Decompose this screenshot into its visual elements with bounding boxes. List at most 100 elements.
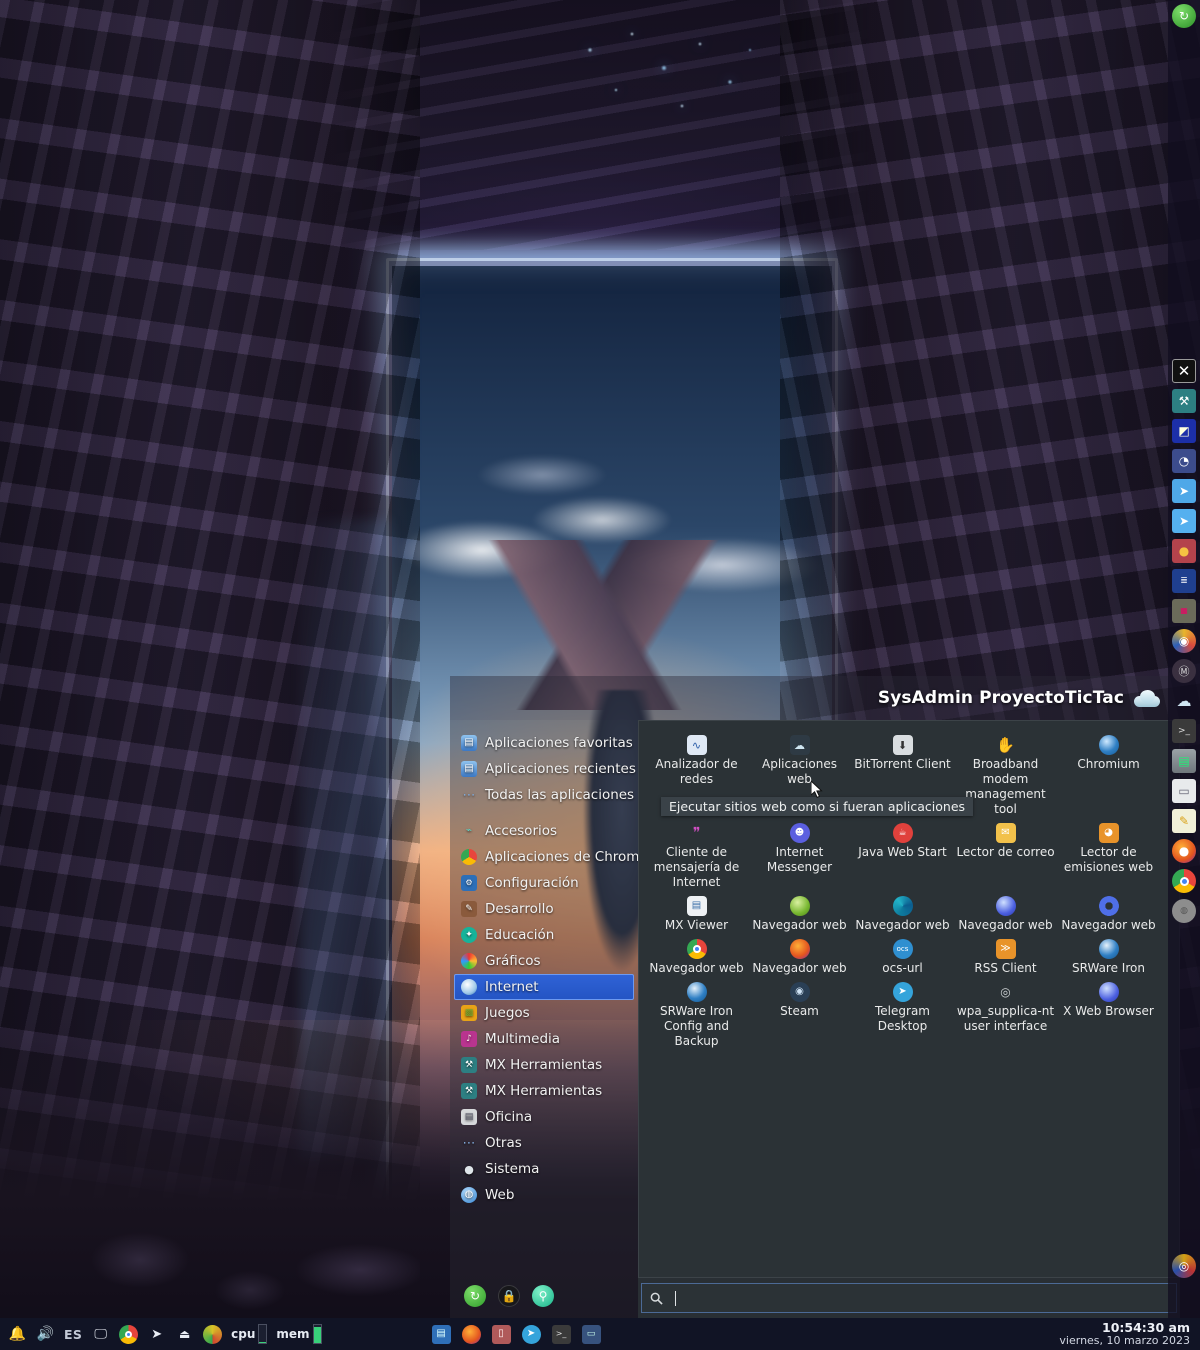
telegram-icon[interactable]: ➤ <box>147 1325 166 1344</box>
window-firefox[interactable] <box>462 1325 481 1344</box>
volume-icon[interactable]: 🔊 <box>36 1325 55 1344</box>
sidebar-item-accesorios[interactable]: ⌁ Accesorios <box>454 818 634 844</box>
wrench-icon[interactable]: ⚲ <box>532 1285 554 1307</box>
chrome-icon[interactable] <box>119 1325 138 1344</box>
app-item[interactable]: ◕ Lector de emisiones web <box>1057 819 1160 892</box>
eject-icon[interactable]: ⏏ <box>175 1325 194 1344</box>
app-item[interactable]: SRWare Iron Config and Backup <box>645 978 748 1051</box>
dock-os-badge-icon[interactable]: ◎ <box>1172 1254 1196 1278</box>
mem-meter[interactable]: mem <box>276 1324 321 1344</box>
taskbar-tray[interactable]: 🔔 🔊 ES 🖵 ➤ ⏏ cpu mem <box>0 1324 322 1344</box>
window-misc[interactable]: ▭ <box>582 1325 601 1344</box>
taskbar[interactable]: 🔔 🔊 ES 🖵 ➤ ⏏ cpu mem ▤ ▯ ➤ >_ ▭ 10:54:30… <box>0 1318 1200 1350</box>
app-item[interactable]: ◉ Steam <box>748 978 851 1051</box>
sidebar-item-graficos[interactable]: Gráficos <box>454 948 634 974</box>
padlock-icon[interactable]: 🔒 <box>498 1285 520 1307</box>
srware-iron-icon <box>1099 939 1119 959</box>
app-item[interactable]: Navegador web <box>748 892 851 935</box>
sidebar-item-multimedia[interactable]: ♪ Multimedia <box>454 1026 634 1052</box>
dock-notepad-icon[interactable]: ✎ <box>1172 809 1196 833</box>
sidebar-item-chrome-apps[interactable]: Aplicaciones de Chrome <box>454 844 634 870</box>
taskbar-clock[interactable]: 10:54:30 am viernes, 10 marzo 2023 <box>1059 1321 1200 1347</box>
app-item[interactable]: Navegador web <box>1057 892 1160 935</box>
sidebar-item-label: Gráficos <box>485 953 541 969</box>
dock-session-logout-icon[interactable]: ↻ <box>1172 4 1196 28</box>
app-item[interactable]: ➤ Telegram Desktop <box>851 978 954 1051</box>
cpu-meter[interactable]: cpu <box>231 1324 267 1344</box>
menu-search-row[interactable] <box>638 1278 1180 1318</box>
app-item[interactable]: SRWare Iron <box>1057 935 1160 978</box>
whisker-menu[interactable]: SysAdmin ProyectoTicTac ▤ Aplicaciones f… <box>450 676 1180 1318</box>
sidebar-item-internet[interactable]: Internet <box>454 974 634 1000</box>
app-item[interactable]: Navegador web <box>645 935 748 978</box>
dock-mx-snapshot-icon[interactable]: ◔ <box>1172 449 1196 473</box>
keyboard-layout-indicator[interactable]: ES <box>64 1327 82 1342</box>
sidebar-item-recent[interactable]: ▤ Aplicaciones recientes <box>454 756 634 782</box>
dock-list-editor-icon[interactable]: ≣ <box>1172 569 1196 593</box>
logout-icon[interactable]: ↻ <box>464 1285 486 1307</box>
dock-chrome-icon[interactable] <box>1172 869 1196 893</box>
sidebar-item-favorites[interactable]: ▤ Aplicaciones favoritas <box>454 730 634 756</box>
dock-firefox-icon[interactable]: ● <box>1172 839 1196 863</box>
application-grid[interactable]: ∿ Analizador de redes ☁ Aplicaciones web… <box>638 720 1180 1278</box>
app-item[interactable]: ◎ wpa_supplica-nt user interface <box>954 978 1057 1051</box>
app-item[interactable]: Navegador web <box>748 935 851 978</box>
menu-sidebar[interactable]: ▤ Aplicaciones favoritas ▤ Aplicaciones … <box>450 720 638 1318</box>
dock-mx-package-installer-icon[interactable]: ◩ <box>1172 419 1196 443</box>
app-label: Navegador web <box>1061 918 1155 932</box>
sidebar-item-educacion[interactable]: ✦ Educación <box>454 922 634 948</box>
app-item[interactable]: ✉ Lector de correo <box>954 819 1057 892</box>
window-telegram[interactable]: ➤ <box>522 1325 541 1344</box>
dock-cursor-pointer-icon[interactable]: ➤ <box>1172 479 1196 503</box>
app-item[interactable]: ▤ MX Viewer <box>645 892 748 935</box>
web-icon: ◍ <box>461 1187 477 1203</box>
dock-grey-disc-icon[interactable]: ◍ <box>1172 899 1196 923</box>
sidebar-item-web[interactable]: ◍ Web <box>454 1182 634 1208</box>
dock-m-badge-icon[interactable]: Ⓜ <box>1172 659 1196 683</box>
sidebar-item-all-applications[interactable]: ⋯ Todas las aplicaciones <box>454 782 634 808</box>
dock-xterm-icon[interactable]: ✕ <box>1172 359 1196 383</box>
sidebar-item-mx-herramientas-2[interactable]: ⚒ MX Herramientas <box>454 1078 634 1104</box>
sidebar-item-juegos[interactable]: ▩ Juegos <box>454 1000 634 1026</box>
hexchat-icon: ❞ <box>687 823 707 843</box>
taskbar-window-buttons[interactable]: ▤ ▯ ➤ >_ ▭ <box>322 1325 1060 1344</box>
app-item[interactable]: Navegador web <box>851 892 954 935</box>
sidebar-item-otras[interactable]: ⋯ Otras <box>454 1130 634 1156</box>
sidebar-item-label: Sistema <box>485 1161 539 1177</box>
sidebar-item-configuracion[interactable]: ⚙ Configuración <box>454 870 634 896</box>
app-item[interactable]: X Web Browser <box>1057 978 1160 1051</box>
dock-mx-tools-icon[interactable]: ⚒ <box>1172 389 1196 413</box>
dock-medal-icon[interactable]: ● <box>1172 539 1196 563</box>
notifications-icon[interactable]: 🔔 <box>8 1325 27 1344</box>
sidebar-item-oficina[interactable]: ▤ Oficina <box>454 1104 634 1130</box>
dock-terminal-icon[interactable]: >_ <box>1172 719 1196 743</box>
search-input[interactable] <box>641 1283 1177 1313</box>
dock-file-manager-icon[interactable]: ▤ <box>1172 749 1196 773</box>
telegram-icon: ➤ <box>893 982 913 1002</box>
dock-cursor-pointer-alt-icon[interactable]: ➤ <box>1172 509 1196 533</box>
menu-action-buttons[interactable]: ↻ 🔒 ⚲ <box>450 1274 638 1318</box>
sidebar-item-desarrollo[interactable]: ✎ Desarrollo <box>454 896 634 922</box>
window-file-manager[interactable]: ▤ <box>432 1325 451 1344</box>
dock-document-icon[interactable]: ▭ <box>1172 779 1196 803</box>
app-label: X Web Browser <box>1063 1004 1154 1018</box>
edge-icon <box>893 896 913 916</box>
system-monitor-icon[interactable] <box>203 1325 222 1344</box>
sidebar-item-sistema[interactable]: ● Sistema <box>454 1156 634 1182</box>
window-terminal[interactable]: >_ <box>552 1325 571 1344</box>
dock-cloud-icon[interactable]: ☁ <box>1172 689 1196 713</box>
sidebar-item-mx-herramientas-1[interactable]: ⚒ MX Herramientas <box>454 1052 634 1078</box>
window-document[interactable]: ▯ <box>492 1325 511 1344</box>
right-dock[interactable]: ↻ ✕ ⚒ ◩ ◔ ➤ ➤ ● ≣ ▦ ◉ Ⓜ ☁ >_ ▤ ▭ ✎ ● ◍ ◎ <box>1168 0 1200 1318</box>
app-item[interactable]: ☕ Java Web Start <box>851 819 954 892</box>
app-item[interactable]: ≫ RSS Client <box>954 935 1057 978</box>
app-item[interactable]: ❞ Cliente de mensajería de Internet <box>645 819 748 892</box>
dock-matrix-icon[interactable]: ▦ <box>1172 599 1196 623</box>
app-item[interactable]: Chromium <box>1057 731 1160 819</box>
app-item[interactable]: Navegador web <box>954 892 1057 935</box>
app-item[interactable]: ☻ Internet Messenger <box>748 819 851 892</box>
display-icon[interactable]: 🖵 <box>91 1325 110 1344</box>
mem-meter-label: mem <box>276 1327 309 1341</box>
app-item[interactable]: ocs ocs-url <box>851 935 954 978</box>
dock-vlc-disc-icon[interactable]: ◉ <box>1172 629 1196 653</box>
